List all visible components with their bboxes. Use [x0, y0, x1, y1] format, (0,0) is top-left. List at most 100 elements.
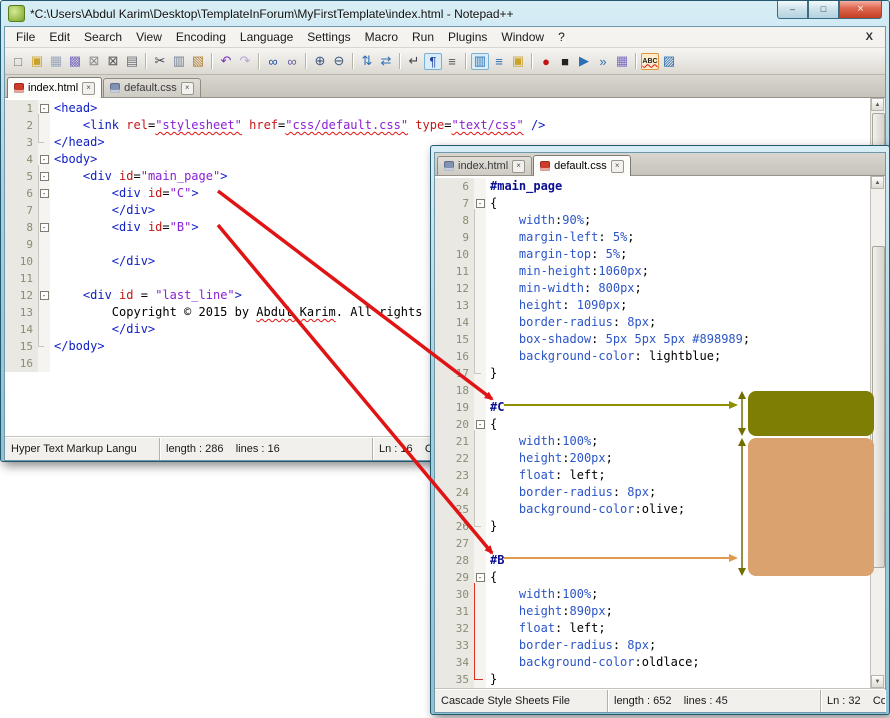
spell-check-abc-icon[interactable]: ABC [641, 53, 659, 70]
save-all-icon[interactable]: ▩ [66, 53, 84, 70]
macro-play-icon[interactable]: ▶ [575, 53, 593, 70]
folder-workspace-icon[interactable]: ▣ [509, 53, 527, 70]
zoom-in-icon[interactable]: ⊕ [311, 53, 329, 70]
function-list-icon[interactable]: ≡ [490, 53, 508, 70]
code-line[interactable]: 34 background-color:oldlace; [435, 654, 885, 671]
code-line[interactable]: 15 box-shadow: 5px 5px 5px #898989; [435, 331, 885, 348]
code-line[interactable]: 30 width:100%; [435, 586, 885, 603]
main-titlebar[interactable]: *C:\Users\Abdul Karim\Desktop\TemplateIn… [4, 1, 886, 26]
code-line[interactable]: 24 border-radius: 8px; [435, 484, 885, 501]
code-line[interactable]: 6#main_page [435, 178, 885, 195]
macro-save-icon[interactable]: ▦ [613, 53, 631, 70]
menu-item-window[interactable]: Window [494, 29, 551, 45]
tab-close-icon[interactable]: × [611, 160, 624, 173]
code-line[interactable]: 20-{ [435, 416, 885, 433]
open-file-icon[interactable]: ▣ [28, 53, 46, 70]
menu-item-settings[interactable]: Settings [300, 29, 357, 45]
code-line[interactable]: 25 background-color:olive; [435, 501, 885, 518]
code-line[interactable]: 18 [435, 382, 885, 399]
code-line[interactable]: 28#B [435, 552, 885, 569]
replace-icon[interactable]: ∞ [283, 53, 301, 70]
scroll-up-icon[interactable]: ▲ [871, 98, 884, 111]
code-line[interactable]: 16 background-color: lightblue; [435, 348, 885, 365]
code-line[interactable]: 32 float: left; [435, 620, 885, 637]
code-line[interactable]: 8 width:90%; [435, 212, 885, 229]
maximize-button[interactable]: □ [808, 1, 839, 19]
doc-monitor-icon[interactable]: ▨ [660, 53, 678, 70]
code-line[interactable]: 1-<head> [5, 100, 885, 117]
cut-icon[interactable]: ✂ [151, 53, 169, 70]
fold-marker-icon[interactable]: - [40, 104, 49, 113]
vertical-scrollbar[interactable]: ▲ ▼ [870, 176, 885, 688]
sync-scroll-h-icon[interactable]: ⇄ [377, 53, 395, 70]
code-line[interactable]: 33 border-radius: 8px; [435, 637, 885, 654]
code-line[interactable]: 13 height: 1090px; [435, 297, 885, 314]
macro-multi-run-icon[interactable]: » [594, 53, 612, 70]
tab-index.html[interactable]: index.html× [7, 77, 102, 98]
menu-item-run[interactable]: Run [405, 29, 441, 45]
tab-index.html[interactable]: index.html× [437, 156, 532, 175]
scrollbar-thumb[interactable] [872, 246, 885, 568]
code-line[interactable]: 7-{ [435, 195, 885, 212]
menu-item-macro[interactable]: Macro [358, 29, 405, 45]
close-file-icon[interactable]: ⊠ [85, 53, 103, 70]
code-line[interactable]: 12 min-width: 800px; [435, 280, 885, 297]
fold-marker-icon[interactable]: - [40, 223, 49, 232]
code-line[interactable]: 35} [435, 671, 885, 688]
show-all-chars-icon[interactable]: ¶ [424, 53, 442, 70]
new-file-icon[interactable]: □ [9, 53, 27, 70]
tab-default.css[interactable]: default.css× [103, 78, 201, 97]
sync-scroll-v-icon[interactable]: ⇅ [358, 53, 376, 70]
code-line[interactable]: 26} [435, 518, 885, 535]
scroll-up-icon[interactable]: ▲ [871, 176, 884, 189]
zoom-out-icon[interactable]: ⊖ [330, 53, 348, 70]
print-icon[interactable]: ▤ [123, 53, 141, 70]
menu-item-help[interactable]: ? [551, 29, 572, 45]
menu-item-language[interactable]: Language [233, 29, 300, 45]
redo-icon[interactable]: ↷ [236, 53, 254, 70]
fold-marker-icon[interactable]: - [40, 155, 49, 164]
undo-icon[interactable]: ↶ [217, 53, 235, 70]
code-line[interactable]: 19#C [435, 399, 885, 416]
macro-stop-icon[interactable]: ■ [556, 53, 574, 70]
fold-marker-icon[interactable]: - [476, 199, 485, 208]
menu-close-x[interactable]: X [858, 31, 881, 43]
indent-guide-icon[interactable]: ≡ [443, 53, 461, 70]
fold-marker-icon[interactable]: - [40, 189, 49, 198]
code-line[interactable]: 23 float: left; [435, 467, 885, 484]
copy-icon[interactable]: ▥ [170, 53, 188, 70]
macro-record-icon[interactable]: ● [537, 53, 555, 70]
code-line[interactable]: 10 margin-top: 5%; [435, 246, 885, 263]
tab-close-icon[interactable]: × [181, 82, 194, 95]
code-line[interactable]: 17} [435, 365, 885, 382]
fold-marker-icon[interactable]: - [476, 573, 485, 582]
menu-item-encoding[interactable]: Encoding [169, 29, 233, 45]
code-line[interactable]: 14 border-radius: 8px; [435, 314, 885, 331]
code-line[interactable]: 29-{ [435, 569, 885, 586]
menu-item-plugins[interactable]: Plugins [441, 29, 494, 45]
close-all-icon[interactable]: ⊠ [104, 53, 122, 70]
close-button[interactable]: × [839, 1, 882, 19]
code-line[interactable]: 31 height:890px; [435, 603, 885, 620]
code-line[interactable]: 27 [435, 535, 885, 552]
scroll-down-icon[interactable]: ▼ [871, 675, 884, 688]
tab-close-icon[interactable]: × [512, 160, 525, 173]
tab-default.css[interactable]: default.css× [533, 155, 631, 176]
fold-marker-icon[interactable]: - [476, 420, 485, 429]
find-icon[interactable]: ∞ [264, 53, 282, 70]
code-line[interactable]: 11 min-height:1060px; [435, 263, 885, 280]
code-line[interactable]: 2 <link rel="stylesheet" href="css/defau… [5, 117, 885, 134]
doc-map-icon[interactable]: ▥ [471, 53, 489, 70]
tab-close-icon[interactable]: × [82, 82, 95, 95]
code-line[interactable]: 22 height:200px; [435, 450, 885, 467]
minimize-button[interactable]: – [777, 1, 808, 19]
menu-item-view[interactable]: View [129, 29, 169, 45]
fold-marker-icon[interactable]: - [40, 291, 49, 300]
menu-item-edit[interactable]: Edit [42, 29, 77, 45]
save-icon[interactable]: ▦ [47, 53, 65, 70]
paste-icon[interactable]: ▧ [189, 53, 207, 70]
word-wrap-icon[interactable]: ↵ [405, 53, 423, 70]
code-line[interactable]: 21 width:100%; [435, 433, 885, 450]
menu-item-search[interactable]: Search [77, 29, 129, 45]
menu-item-file[interactable]: File [9, 29, 42, 45]
